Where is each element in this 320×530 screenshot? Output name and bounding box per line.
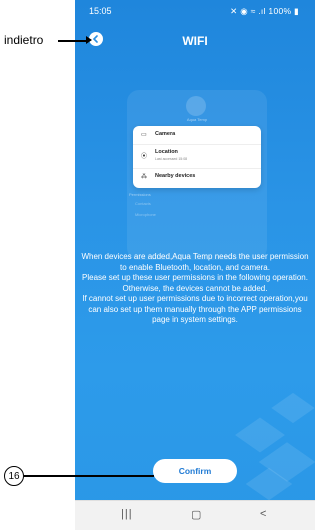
permissions-card: ▭ Camera ⦿ Location Last accessed 15:08 … [133, 126, 261, 188]
illustration-heading: Aqua Temp [186, 117, 208, 122]
annotation-back-label: indietro [4, 33, 44, 47]
back-nav-icon[interactable]: < [260, 508, 266, 520]
message-line: If cannot set up user permissions due to… [82, 294, 308, 324]
status-icons: ✕ ◉ ≈ .ıl 100% ▮ [230, 6, 299, 16]
page-title: WIFI [182, 34, 208, 48]
illustration-subheading: Permissions [129, 192, 151, 197]
faded-permission: Microphone [135, 212, 156, 217]
camera-icon: ▭ [141, 132, 147, 138]
system-nav-bar: ||| ▢ < [75, 500, 315, 530]
decor-cube [271, 392, 315, 424]
confirm-button[interactable]: Confirm [153, 459, 237, 483]
status-bar: 15:05 ✕ ◉ ≈ .ıl 100% ▮ [75, 0, 315, 22]
status-time: 15:05 [89, 6, 112, 16]
permission-message: When devices are added,Aqua Temp needs t… [81, 252, 309, 326]
permission-label: Location [155, 149, 178, 155]
permission-label: Camera [155, 131, 176, 137]
annotation-arrow-icon [86, 36, 92, 44]
message-line: Otherwise, the devices cannot be added. [122, 283, 268, 293]
message-line: When devices are added,Aqua Temp needs t… [81, 252, 309, 272]
annotation-line [24, 475, 154, 477]
illustration-avatar [186, 96, 206, 116]
home-nav-icon[interactable]: ▢ [191, 508, 201, 521]
recents-nav-icon[interactable]: ||| [121, 508, 133, 520]
annotation-line [58, 40, 88, 42]
permission-label: Nearby devices [155, 173, 196, 179]
permission-row: ⦿ Location Last accessed 15:08 [133, 144, 261, 169]
location-icon: ⦿ [141, 154, 148, 160]
permission-row: ⁂ Nearby devices [133, 168, 261, 186]
message-line: Please set up these user permissions in … [82, 273, 308, 282]
permission-sub: Last accessed 15:08 [155, 157, 188, 161]
app-screen: 15:05 ✕ ◉ ≈ .ıl 100% ▮ WIFI Aqua Temp ▭ … [75, 0, 315, 529]
nearby-devices-icon: ⁂ [141, 174, 147, 180]
permission-row: ▭ Camera [133, 126, 261, 145]
faded-permission: Contacts [135, 201, 151, 206]
annotation-marker: 16 [4, 466, 24, 486]
